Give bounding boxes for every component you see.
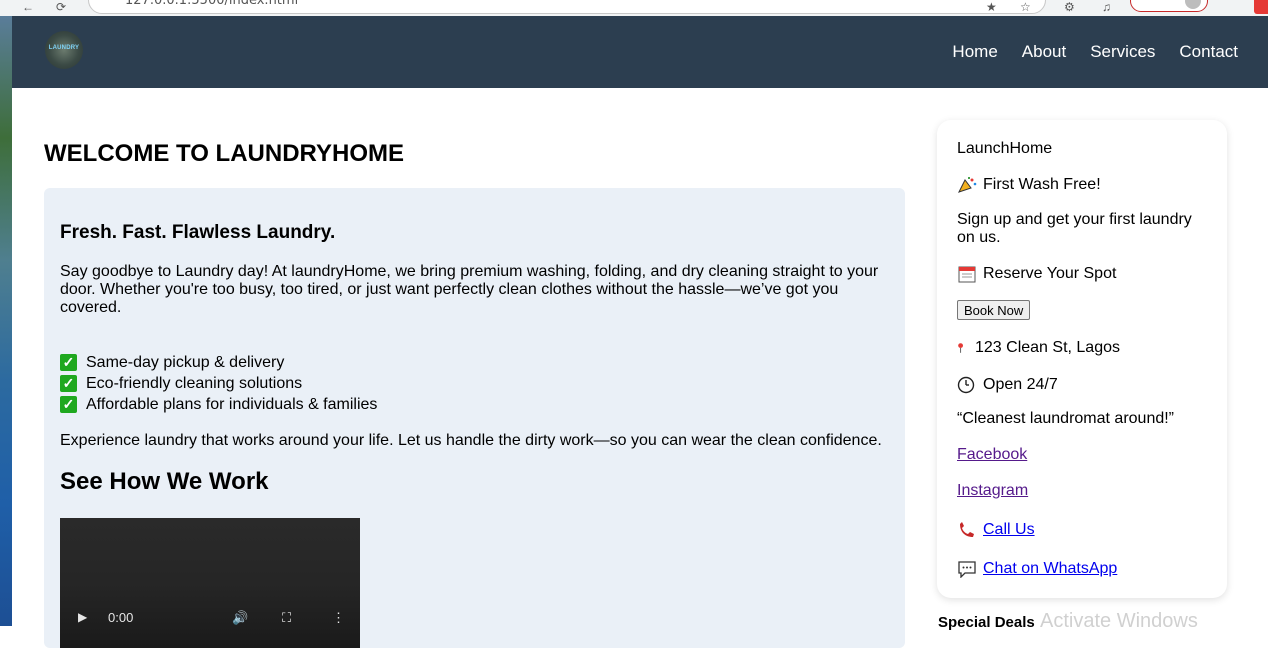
hours-row: Open 24/7 — [957, 376, 1058, 394]
feature-list: ✓ Same-day pickup & delivery ✓ Eco-frien… — [60, 352, 377, 415]
profile-button[interactable] — [1130, 0, 1208, 12]
avatar-icon — [1185, 0, 1201, 9]
list-item: ✓ Affordable plans for individuals & fam… — [60, 394, 377, 415]
quote-row: “Cleanest laundromat around!” — [957, 410, 1174, 428]
fullscreen-icon[interactable]: ⛶ — [282, 610, 291, 626]
bookmark-star-icon[interactable]: ☆ — [1020, 0, 1031, 14]
tagline: Fresh. Fast. Flawless Laundry. — [60, 222, 336, 243]
nav-link-home[interactable]: Home — [952, 42, 997, 62]
logo-text: LAUNDRY — [48, 45, 80, 51]
nav-link-contact[interactable]: Contact — [1179, 42, 1238, 62]
promo-title: First Wash Free! — [983, 176, 1101, 193]
intro-paragraph: Say goodbye to Laundry day! At laundryHo… — [60, 263, 879, 316]
more-options-icon[interactable]: ⋮ — [332, 610, 345, 626]
windows-watermark: Activate Windows — [1040, 610, 1198, 632]
media-icon[interactable]: ♫ — [1102, 0, 1111, 14]
volume-icon[interactable]: 🔊 — [232, 610, 248, 626]
install-icon[interactable]: ★ — [986, 0, 997, 14]
nav-link-services[interactable]: Services — [1090, 42, 1155, 62]
calendar-icon — [958, 266, 976, 283]
nav-link-about[interactable]: About — [1022, 42, 1066, 62]
clock-icon — [957, 376, 975, 394]
reserve-title: Reserve Your Spot — [983, 265, 1117, 282]
desktop-background — [0, 16, 12, 626]
pin-icon — [958, 343, 963, 353]
reload-icon[interactable]: ⟳ — [56, 0, 66, 14]
phone-icon — [960, 522, 974, 537]
chat-icon — [958, 561, 976, 578]
book-now-button[interactable]: Book Now — [957, 300, 1031, 320]
call-row: Call Us — [957, 521, 1035, 539]
play-icon[interactable]: ▶ — [78, 610, 87, 624]
check-icon: ✓ — [60, 396, 77, 413]
feature-text: Affordable plans for individuals & famil… — [86, 395, 378, 413]
hours-text: Open 24/7 — [983, 376, 1058, 393]
promo-text: Sign up and get your first laundry on us… — [957, 211, 1192, 246]
facebook-row: Facebook — [957, 446, 1027, 464]
back-arrow-icon[interactable]: ← — [22, 0, 34, 14]
intro-panel: Fresh. Fast. Flawless Laundry. Say goodb… — [44, 188, 905, 648]
address-bar[interactable]: 127.0.0.1:5500/index.html — [88, 0, 1046, 14]
video-heading: See How We Work — [60, 468, 269, 495]
instagram-row: Instagram — [957, 482, 1028, 500]
special-deals-title: Special Deals — [938, 614, 1035, 631]
check-icon: ✓ — [60, 354, 77, 371]
sidebar-card: LaunchHome First Wash Free! Sign up and … — [937, 120, 1227, 598]
facebook-link[interactable]: Facebook — [957, 446, 1027, 464]
sidebar-brand-text: LaunchHome — [957, 140, 1053, 157]
page-title: WELCOME TO LAUNDRYHOME — [44, 140, 404, 167]
feature-text: Eco-friendly cleaning solutions — [86, 374, 303, 392]
nav-links: Home About Services Contact — [952, 42, 1238, 62]
list-item: ✓ Eco-friendly cleaning solutions — [60, 373, 377, 394]
call-us-link[interactable]: Call Us — [983, 521, 1035, 539]
browser-toolbar: ← ⟳ 127.0.0.1:5500/index.html ★ ☆ ⚙ ♫ — [0, 0, 1268, 16]
video-player[interactable]: ▶ 0:00 🔊 ⛶ ⋮ — [60, 518, 360, 648]
site-navbar: LAUNDRY Home About Services Contact — [12, 16, 1268, 88]
whatsapp-row: Chat on WhatsApp — [957, 560, 1117, 578]
video-controls: ▶ 0:00 🔊 ⛶ ⋮ — [60, 602, 360, 638]
sidebar-brand: LaunchHome — [957, 140, 1052, 158]
instagram-link[interactable]: Instagram — [957, 482, 1028, 500]
video-time: 0:00 — [108, 610, 134, 625]
party-popper-icon — [958, 177, 977, 193]
closing-paragraph: Experience laundry that works around you… — [60, 432, 882, 449]
address-row: 123 Clean St, Lagos — [957, 339, 1120, 357]
whatsapp-link[interactable]: Chat on WhatsApp — [983, 560, 1117, 578]
address-bar-url: 127.0.0.1:5500/index.html — [125, 0, 299, 8]
promo-row: First Wash Free! — [957, 176, 1101, 194]
reserve-row: Reserve Your Spot — [957, 265, 1116, 283]
address-text: 123 Clean St, Lagos — [975, 339, 1120, 356]
feature-text: Same-day pickup & delivery — [86, 353, 285, 371]
testimonial-quote: “Cleanest laundromat around!” — [957, 410, 1175, 427]
extensions-icon[interactable]: ⚙ — [1064, 0, 1075, 14]
check-icon: ✓ — [60, 375, 77, 392]
site-logo[interactable]: LAUNDRY — [45, 31, 83, 69]
list-item: ✓ Same-day pickup & delivery — [60, 352, 377, 373]
window-close-icon[interactable] — [1254, 0, 1268, 14]
